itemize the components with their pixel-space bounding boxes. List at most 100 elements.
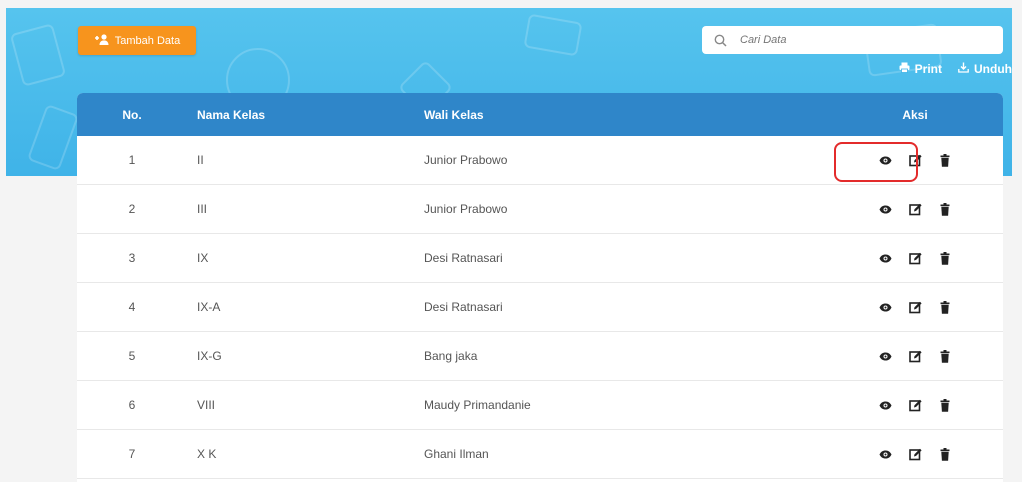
delete-button[interactable]	[937, 299, 953, 315]
row-class-name: IX-G	[197, 349, 222, 363]
view-button[interactable]	[877, 201, 893, 217]
eye-icon	[879, 352, 891, 360]
delete-button[interactable]	[937, 348, 953, 364]
edit-button[interactable]	[907, 201, 923, 217]
row-homeroom-teacher: Desi Ratnasari	[424, 300, 503, 314]
table-row: 4 IX-A Desi Ratnasari	[77, 283, 1003, 332]
table-row: 7 X K Ghani Ilman	[77, 430, 1003, 479]
row-homeroom-teacher: Maudy Primandanie	[424, 398, 531, 412]
row-actions	[827, 250, 1003, 266]
trash-icon	[940, 202, 950, 216]
view-button[interactable]	[877, 397, 893, 413]
edit-button[interactable]	[907, 446, 923, 462]
row-actions	[827, 201, 1003, 217]
row-class-name: III	[197, 202, 208, 216]
eye-icon	[879, 254, 891, 262]
trash-icon	[940, 251, 950, 265]
download-button[interactable]: Unduh	[958, 62, 1012, 76]
edit-icon	[908, 252, 922, 264]
search-icon	[702, 34, 738, 47]
eye-icon	[879, 450, 891, 458]
background-doodle	[523, 13, 583, 57]
row-number: 6	[128, 398, 136, 412]
row-actions	[827, 299, 1003, 315]
table-body: 1 II Junior Prabowo 2 III Junior Prabowo	[77, 136, 1003, 479]
column-header-actions: Aksi	[902, 107, 928, 122]
edit-button[interactable]	[907, 152, 923, 168]
row-actions	[827, 446, 1003, 462]
background-doodle	[26, 103, 80, 172]
add-user-icon	[94, 33, 110, 48]
table-tools: Print Unduh	[899, 62, 1012, 76]
table-row: 1 II Junior Prabowo	[77, 136, 1003, 185]
row-class-name: II	[197, 153, 204, 167]
edit-icon	[908, 154, 922, 166]
add-data-button[interactable]: Tambah Data	[78, 26, 196, 55]
row-homeroom-teacher: Ghani Ilman	[424, 447, 489, 461]
row-homeroom-teacher: Desi Ratnasari	[424, 251, 503, 265]
trash-icon	[940, 447, 950, 461]
row-number: 3	[128, 251, 136, 265]
row-number: 5	[128, 349, 136, 363]
row-homeroom-teacher: Junior Prabowo	[424, 202, 508, 216]
edit-icon	[908, 203, 922, 215]
row-class-name: IX	[197, 251, 209, 265]
delete-button[interactable]	[937, 446, 953, 462]
row-number: 4	[128, 300, 136, 314]
eye-icon	[879, 205, 891, 213]
edit-icon	[908, 448, 922, 460]
table-row: 6 VIII Maudy Primandanie	[77, 381, 1003, 430]
eye-icon	[879, 401, 891, 409]
edit-icon	[908, 301, 922, 313]
row-homeroom-teacher: Bang jaka	[424, 349, 478, 363]
row-class-name: VIII	[197, 398, 216, 412]
delete-button[interactable]	[937, 201, 953, 217]
print-button[interactable]: Print	[899, 62, 942, 76]
view-button[interactable]	[877, 152, 893, 168]
delete-button[interactable]	[937, 397, 953, 413]
row-number: 2	[128, 202, 136, 216]
edit-button[interactable]	[907, 397, 923, 413]
print-label: Print	[914, 62, 942, 76]
download-label: Unduh	[974, 62, 1012, 76]
row-class-name: X K	[197, 447, 217, 461]
view-button[interactable]	[877, 299, 893, 315]
view-button[interactable]	[877, 446, 893, 462]
row-actions	[827, 152, 1003, 168]
view-button[interactable]	[877, 348, 893, 364]
class-table: No. Nama Kelas Wali Kelas Aksi 1 II Juni…	[77, 93, 1003, 482]
search-box[interactable]	[702, 26, 1003, 54]
view-button[interactable]	[877, 250, 893, 266]
delete-button[interactable]	[937, 152, 953, 168]
search-input[interactable]	[738, 33, 982, 47]
column-header-class-name: Nama Kelas	[197, 107, 266, 122]
eye-icon	[879, 156, 891, 164]
row-class-name: IX-A	[197, 300, 221, 314]
table-row: 3 IX Desi Ratnasari	[77, 234, 1003, 283]
trash-icon	[940, 153, 950, 167]
edit-button[interactable]	[907, 348, 923, 364]
add-data-label: Tambah Data	[114, 34, 181, 47]
table-row: 2 III Junior Prabowo	[77, 185, 1003, 234]
edit-icon	[908, 399, 922, 411]
trash-icon	[940, 349, 950, 363]
row-actions	[827, 397, 1003, 413]
edit-button[interactable]	[907, 250, 923, 266]
row-number: 1	[128, 153, 136, 167]
download-icon	[958, 62, 969, 76]
row-actions	[827, 348, 1003, 364]
edit-icon	[908, 350, 922, 362]
delete-button[interactable]	[937, 250, 953, 266]
column-header-homeroom-teacher: Wali Kelas	[424, 107, 484, 122]
row-homeroom-teacher: Junior Prabowo	[424, 153, 508, 167]
background-doodle	[9, 23, 67, 87]
trash-icon	[940, 398, 950, 412]
row-number: 7	[128, 447, 136, 461]
edit-button[interactable]	[907, 299, 923, 315]
table-header: No. Nama Kelas Wali Kelas Aksi	[77, 93, 1003, 136]
table-row: 5 IX-G Bang jaka	[77, 332, 1003, 381]
printer-icon	[899, 62, 910, 76]
column-header-no: No.	[122, 107, 142, 122]
eye-icon	[879, 303, 891, 311]
trash-icon	[940, 300, 950, 314]
